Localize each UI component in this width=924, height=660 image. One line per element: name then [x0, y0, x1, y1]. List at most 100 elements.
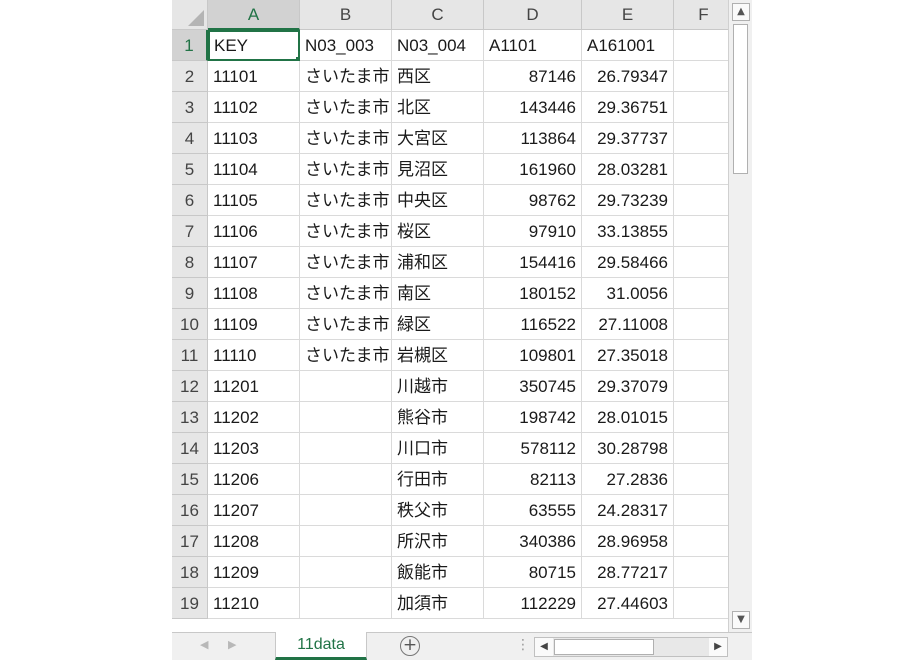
cell[interactable]: 11210	[208, 588, 300, 619]
scroll-up-button[interactable]: ▲	[732, 3, 750, 21]
cell[interactable]: さいたま市	[300, 92, 392, 123]
cell[interactable]: 11109	[208, 309, 300, 340]
cell[interactable]: 161960	[484, 154, 582, 185]
cell[interactable]	[674, 526, 728, 557]
next-sheet-arrow-icon[interactable]: ▶	[228, 638, 236, 651]
cell[interactable]	[674, 495, 728, 526]
cell[interactable]	[674, 216, 728, 247]
cell[interactable]: 北区	[392, 92, 484, 123]
cell[interactable]	[300, 402, 392, 433]
cell[interactable]: 97910	[484, 216, 582, 247]
cell[interactable]: 82113	[484, 464, 582, 495]
row-header[interactable]: 10	[172, 309, 208, 340]
cell[interactable]: 27.11008	[582, 309, 674, 340]
cell[interactable]: 29.73239	[582, 185, 674, 216]
cell[interactable]: 180152	[484, 278, 582, 309]
row-header[interactable]: 19	[172, 588, 208, 619]
tab-split-handle[interactable]: ⋮	[516, 637, 530, 653]
cell[interactable]: 11208	[208, 526, 300, 557]
row-header[interactable]: 12	[172, 371, 208, 402]
cell[interactable]: 加須市	[392, 588, 484, 619]
cell[interactable]	[674, 340, 728, 371]
row-header[interactable]: 7	[172, 216, 208, 247]
row-header[interactable]: 8	[172, 247, 208, 278]
cell[interactable]: A1101	[484, 30, 582, 61]
cell[interactable]: 198742	[484, 402, 582, 433]
cell[interactable]: 578112	[484, 433, 582, 464]
cell[interactable]: さいたま市	[300, 185, 392, 216]
row-header[interactable]: 14	[172, 433, 208, 464]
cell[interactable]	[674, 464, 728, 495]
cell[interactable]	[674, 557, 728, 588]
cell[interactable]: 113864	[484, 123, 582, 154]
cell[interactable]: 29.37079	[582, 371, 674, 402]
column-header-a[interactable]: A	[208, 0, 300, 30]
cell[interactable]: 29.37737	[582, 123, 674, 154]
column-header-e[interactable]: E	[582, 0, 674, 30]
cell[interactable]	[300, 588, 392, 619]
cell[interactable]: 飯能市	[392, 557, 484, 588]
cell[interactable]: 30.28798	[582, 433, 674, 464]
cell[interactable]: 33.13855	[582, 216, 674, 247]
active-cell[interactable]: KEY	[208, 30, 300, 61]
cell[interactable]: 27.35018	[582, 340, 674, 371]
column-header-f[interactable]: F	[674, 0, 728, 30]
scroll-down-button[interactable]: ▼	[732, 611, 750, 629]
column-header-b[interactable]: B	[300, 0, 392, 30]
cell[interactable]: さいたま市	[300, 154, 392, 185]
select-all-corner[interactable]	[172, 0, 208, 30]
cell[interactable]: 中央区	[392, 185, 484, 216]
scroll-right-button[interactable]: ▶	[709, 638, 727, 656]
cell[interactable]: さいたま市	[300, 247, 392, 278]
cell[interactable]	[674, 154, 728, 185]
row-header[interactable]: 18	[172, 557, 208, 588]
row-header[interactable]: 13	[172, 402, 208, 433]
cell[interactable]	[674, 588, 728, 619]
cell[interactable]: 80715	[484, 557, 582, 588]
cell[interactable]: 98762	[484, 185, 582, 216]
cell[interactable]: さいたま市	[300, 340, 392, 371]
cell[interactable]: 浦和区	[392, 247, 484, 278]
cell[interactable]	[674, 402, 728, 433]
cell[interactable]: 28.03281	[582, 154, 674, 185]
row-header[interactable]: 1	[172, 30, 208, 61]
add-sheet-button[interactable]: +	[400, 636, 420, 656]
cell[interactable]: 11110	[208, 340, 300, 371]
cell[interactable]: 31.0056	[582, 278, 674, 309]
cell[interactable]	[674, 433, 728, 464]
cell[interactable]: 29.36751	[582, 92, 674, 123]
vertical-scrollbar[interactable]: ▲ ▼	[728, 0, 752, 632]
cell[interactable]: 11106	[208, 216, 300, 247]
cell[interactable]	[300, 495, 392, 526]
horizontal-scroll-thumb[interactable]	[554, 639, 654, 655]
cell[interactable]: 26.79347	[582, 61, 674, 92]
cell[interactable]: 63555	[484, 495, 582, 526]
cell[interactable]	[674, 278, 728, 309]
row-header[interactable]: 5	[172, 154, 208, 185]
cell[interactable]: 11105	[208, 185, 300, 216]
cell[interactable]: 112229	[484, 588, 582, 619]
cell[interactable]: 87146	[484, 61, 582, 92]
row-header[interactable]: 15	[172, 464, 208, 495]
cell[interactable]: 11102	[208, 92, 300, 123]
cell[interactable]: 熊谷市	[392, 402, 484, 433]
cell[interactable]	[674, 247, 728, 278]
cell[interactable]	[674, 371, 728, 402]
scroll-left-button[interactable]: ◀	[535, 638, 553, 656]
cell[interactable]: 11201	[208, 371, 300, 402]
cell[interactable]: 桜区	[392, 216, 484, 247]
cell[interactable]: 11209	[208, 557, 300, 588]
cell[interactable]	[300, 526, 392, 557]
cell[interactable]: 大宮区	[392, 123, 484, 154]
column-header-c[interactable]: C	[392, 0, 484, 30]
cell[interactable]: 川越市	[392, 371, 484, 402]
prev-sheet-arrow-icon[interactable]: ◀	[200, 638, 208, 651]
cell[interactable]: A161001	[582, 30, 674, 61]
cell[interactable]	[300, 557, 392, 588]
cell[interactable]: 109801	[484, 340, 582, 371]
cell[interactable]: 緑区	[392, 309, 484, 340]
column-header-d[interactable]: D	[484, 0, 582, 30]
cell[interactable]: 11203	[208, 433, 300, 464]
cell[interactable]: 11104	[208, 154, 300, 185]
cell[interactable]	[674, 123, 728, 154]
